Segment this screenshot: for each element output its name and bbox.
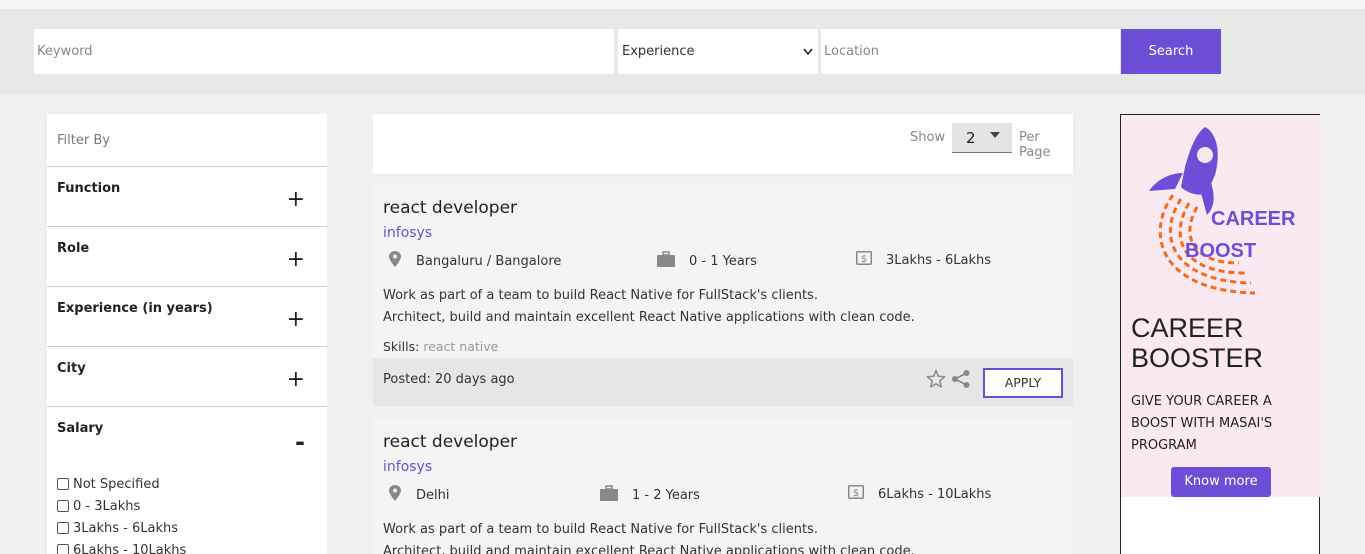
posted-date: Posted: 20 days ago [383,372,515,387]
skills-label: Skills: [383,339,420,354]
ad-title-line: BOOSTER [1131,343,1264,373]
facet-label: City [57,361,86,376]
job-description: Work as part of a team to build React Na… [383,519,915,554]
caret-down-icon [990,132,1000,138]
description-line: Architect, build and maintain excellent … [383,310,915,325]
job-salary: $ 6Lakhs - 10Lakhs [848,485,991,503]
description-line: Work as part of a team to build React Na… [383,522,818,537]
checkbox[interactable] [57,500,69,512]
description-line: Work as part of a team to build React Na… [383,288,818,303]
experience-text: 1 - 2 Years [632,487,700,503]
facet-label: Salary [57,421,104,436]
facet-label: Function [57,181,121,196]
job-card-footer: Posted: 20 days ago APPLY [373,358,1073,406]
star-icon[interactable] [926,369,946,393]
top-strip [0,0,1365,9]
search-button[interactable]: Search [1121,29,1221,74]
experience-select-value: Experience [622,44,695,59]
job-card: react developer infosys Delhi 1 - 2 Year… [373,418,1073,554]
salary-option-label: 0 - 3Lakhs [73,498,141,514]
logo-word-career: CAREER [1211,208,1296,230]
per-page-label: Per Page [1019,130,1051,160]
ad-title-line: CAREER [1131,313,1244,343]
location-text: Bangaluru / Bangalore [416,253,562,269]
expand-icon[interactable]: + [287,309,305,331]
svg-text:$: $ [861,254,867,265]
skills-value: react native [423,339,499,354]
salary-options: Not Specified 0 - 3Lakhs 3Lakhs - 6Lakhs… [47,467,327,554]
company-link[interactable]: infosys [383,459,432,475]
location-text: Delhi [416,487,450,503]
job-description: Work as part of a team to build React Na… [383,285,915,329]
ad-title: CAREER BOOSTER [1131,313,1263,373]
per-page-select[interactable]: 2 [952,123,1012,153]
job-title[interactable]: react developer [383,432,517,452]
job-location: Bangaluru / Bangalore [388,251,561,271]
job-salary: $ 3Lakhs - 6Lakhs [856,251,991,269]
career-boost-ad[interactable]: CAREER BOOST CAREER BOOSTER GIVE YOUR CA… [1121,115,1320,497]
per-page-value: 2 [966,129,976,147]
experience-text: 0 - 1 Years [689,253,757,269]
job-title[interactable]: react developer [383,198,517,218]
salary-text: 3Lakhs - 6Lakhs [886,252,991,268]
description-line: Architect, build and maintain excellent … [383,544,915,554]
salary-text: 6Lakhs - 10Lakhs [878,486,992,502]
salary-option[interactable]: 3Lakhs - 6Lakhs [57,517,327,539]
chevron-down-icon [802,29,814,93]
briefcase-icon [600,485,618,505]
know-more-button[interactable]: Know more [1171,467,1271,497]
career-boost-logo: CAREER BOOST [1135,123,1315,307]
job-location: Delhi [388,485,449,505]
salary-option[interactable]: Not Specified [57,473,327,495]
search-bar: Keyword Experience Location Search [0,9,1365,94]
money-icon: $ [848,485,864,503]
briefcase-icon [657,251,675,271]
svg-text:$: $ [853,488,859,499]
facet-role[interactable]: Role + [47,227,327,287]
facet-label: Role [57,241,90,256]
facet-label: Experience (in years) [57,301,213,316]
job-experience: 1 - 2 Years [600,485,700,505]
facet-salary[interactable]: Salary - [47,407,327,467]
apply-button[interactable]: APPLY [983,368,1063,398]
filter-panel: Filter By Function + Role + Experience (… [47,114,327,554]
location-pin-icon [388,485,402,505]
location-input[interactable]: Location [821,29,1120,74]
filter-heading: Filter By [47,114,327,167]
job-card: react developer infosys Bangaluru / Bang… [373,184,1073,406]
show-label: Show [910,130,946,145]
checkbox[interactable] [57,522,69,534]
experience-select[interactable]: Experience [618,29,818,74]
facet-function[interactable]: Function + [47,167,327,227]
salary-option[interactable]: 0 - 3Lakhs [57,495,327,517]
collapse-icon[interactable]: - [295,430,305,454]
company-link[interactable]: infosys [383,225,432,241]
share-icon[interactable] [951,369,971,393]
money-icon: $ [856,251,872,269]
expand-icon[interactable]: + [287,249,305,271]
checkbox[interactable] [57,544,69,554]
facet-city[interactable]: City + [47,347,327,407]
facet-experience[interactable]: Experience (in years) + [47,287,327,347]
salary-option-label: 3Lakhs - 6Lakhs [73,520,178,536]
salary-option-label: Not Specified [73,476,160,492]
logo-word-boost: BOOST [1185,240,1256,262]
keyword-input[interactable]: Keyword [34,29,614,74]
expand-icon[interactable]: + [287,189,305,211]
expand-icon[interactable]: + [287,369,305,391]
salary-option[interactable]: 6Lakhs - 10Lakhs [57,539,327,554]
job-skills: Skills: react native [383,339,498,354]
ad-subtitle: GIVE YOUR CAREER A BOOST WITH MASAI'S PR… [1131,394,1273,453]
location-pin-icon [388,251,402,271]
salary-option-label: 6Lakhs - 10Lakhs [73,542,187,554]
checkbox[interactable] [57,478,69,490]
results-toolbar: Show 2 Per Page [373,114,1073,174]
job-experience: 0 - 1 Years [657,251,757,271]
